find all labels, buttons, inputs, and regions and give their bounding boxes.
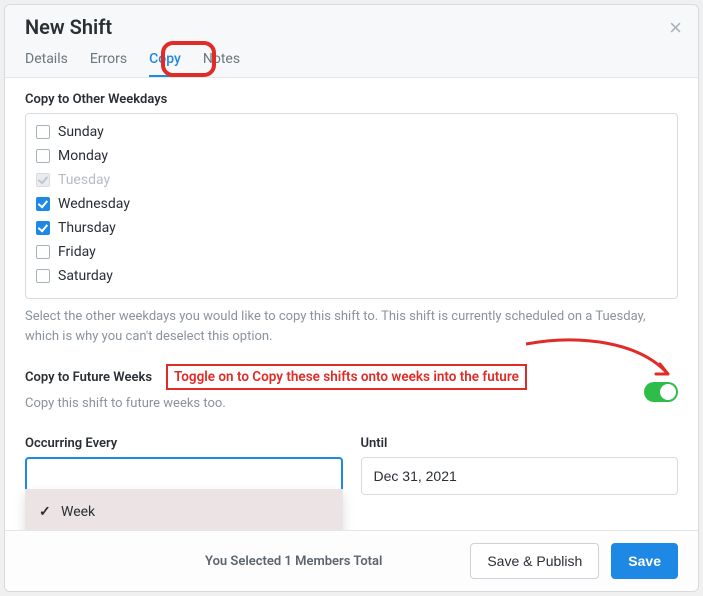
future-toggle[interactable] — [644, 382, 678, 402]
check-icon: ✓ — [39, 504, 51, 520]
weekday-checkbox-saturday[interactable] — [36, 269, 50, 283]
tab-notes[interactable]: Notes — [203, 47, 240, 77]
weekday-label: Sunday — [58, 124, 104, 140]
modal-body: Copy to Other Weekdays Sunday Monday Tuesd… — [5, 78, 698, 530]
until-label: Until — [361, 436, 679, 451]
weekday-item-sunday: Sunday — [26, 120, 677, 144]
weekday-checkbox-tuesday — [36, 173, 50, 187]
weekday-checkbox-friday[interactable] — [36, 245, 50, 259]
weekday-checkbox-thursday[interactable] — [36, 221, 50, 235]
close-icon[interactable]: × — [669, 17, 682, 39]
tab-details[interactable]: Details — [25, 47, 68, 77]
weekday-item-monday: Monday — [26, 144, 677, 168]
occurring-dropdown: ✓Week2 Weeks3 Weeks4 Weeks — [25, 489, 343, 531]
weekday-item-thursday: Thursday — [26, 216, 677, 240]
until-col: Until — [361, 436, 679, 495]
new-shift-modal: New Shift × Details Errors Copy Notes Co… — [4, 4, 699, 592]
weekday-label: Monday — [58, 148, 108, 164]
weekday-label: Friday — [58, 244, 96, 260]
tab-bar: Details Errors Copy Notes — [25, 47, 678, 77]
occurring-option-label: Week — [61, 504, 95, 520]
weekday-checkbox-sunday[interactable] — [36, 125, 50, 139]
weekday-item-friday: Friday — [26, 240, 677, 264]
modal-footer: You Selected 1 Members Total Save & Publ… — [5, 530, 698, 591]
weekday-label: Saturday — [58, 268, 113, 284]
weekday-checkbox-monday[interactable] — [36, 149, 50, 163]
weekday-listbox[interactable]: Sunday Monday Tuesday Wednesday Thursday Frid… — [25, 113, 678, 299]
weekday-item-saturday: Saturday — [26, 264, 677, 288]
occurring-option[interactable]: 2 Weeks — [25, 527, 343, 531]
future-help: Copy this shift to future weeks too. — [25, 394, 678, 414]
weekdays-label: Copy to Other Weekdays — [25, 92, 678, 107]
occurring-col: Occurring Every ✓Week2 Weeks3 Weeks4 Wee… — [25, 436, 343, 495]
modal-header: New Shift × Details Errors Copy Notes — [5, 5, 698, 78]
tab-copy[interactable]: Copy — [149, 47, 181, 77]
occurring-option[interactable]: ✓ Week — [25, 497, 343, 527]
future-weeks-section: Copy to Future Weeks Toggle on to Copy t… — [25, 364, 678, 414]
footer-summary: You Selected 1 Members Total — [205, 554, 382, 569]
occurring-label: Occurring Every — [25, 436, 343, 451]
weekday-label: Wednesday — [58, 196, 130, 212]
weekday-label: Tuesday — [58, 172, 110, 188]
modal-title: New Shift — [25, 15, 678, 39]
save-publish-button[interactable]: Save & Publish — [470, 543, 599, 579]
weekday-label: Thursday — [58, 220, 116, 236]
future-label: Copy to Future Weeks — [25, 370, 152, 385]
annotation-callout: Toggle on to Copy these shifts onto week… — [166, 364, 527, 390]
recurrence-row: Occurring Every ✓Week2 Weeks3 Weeks4 Wee… — [25, 436, 678, 495]
weekday-item-tuesday: Tuesday — [26, 168, 677, 192]
weekdays-help: Select the other weekdays you would like… — [25, 307, 678, 346]
save-button[interactable]: Save — [611, 543, 678, 579]
weekday-item-wednesday: Wednesday — [26, 192, 677, 216]
tab-errors[interactable]: Errors — [90, 47, 127, 77]
weekday-checkbox-wednesday[interactable] — [36, 197, 50, 211]
until-input[interactable] — [361, 457, 679, 495]
